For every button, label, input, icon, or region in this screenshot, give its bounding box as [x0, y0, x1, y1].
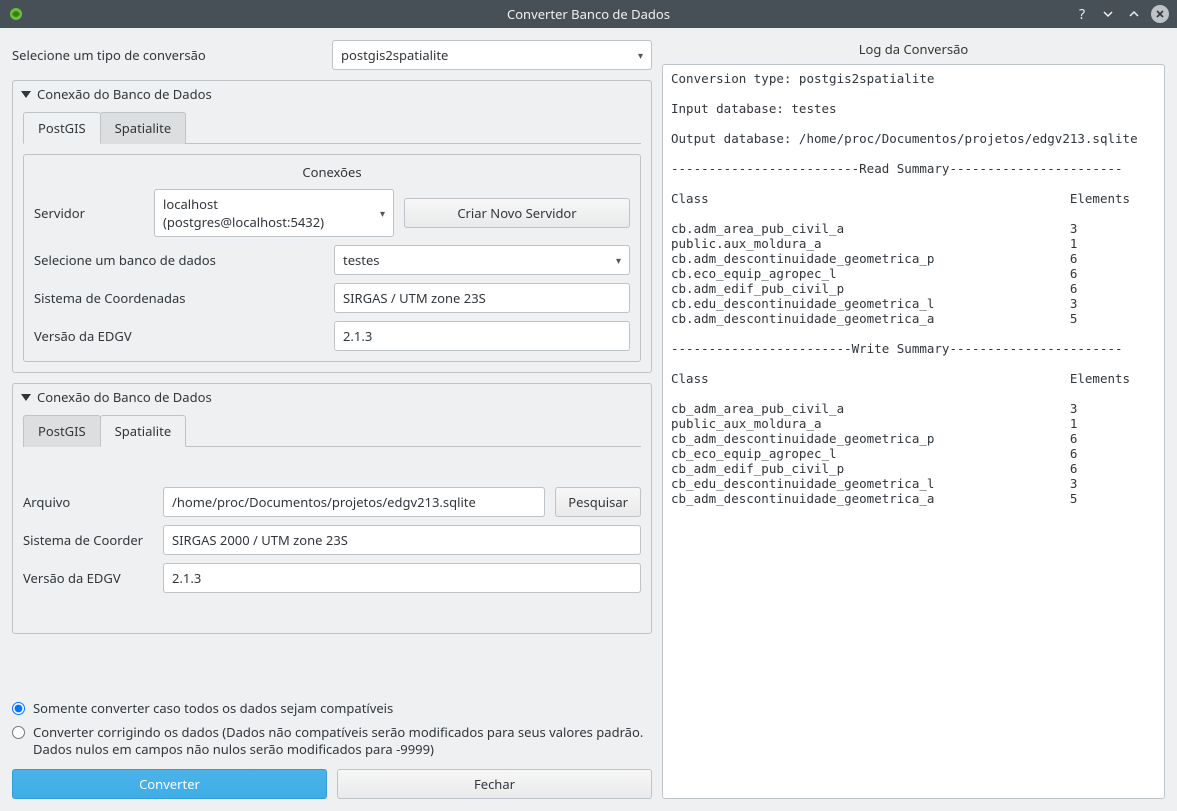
radio-fix-data[interactable] — [12, 726, 25, 739]
conversion-type-label: Selecione um tipo de conversão — [12, 46, 332, 64]
minimize-icon[interactable] — [1099, 5, 1117, 23]
connections-title: Conexões — [34, 163, 630, 181]
db-value: testes — [343, 251, 380, 269]
radio-compatible-label: Somente converter caso todos os dados se… — [33, 700, 393, 718]
server-value: localhost (postgres@localhost:5432) — [163, 195, 380, 231]
help-icon[interactable]: ? — [1073, 5, 1091, 23]
window-title: Converter Banco de Dados — [507, 5, 670, 23]
tab-spatialite-2[interactable]: Spatialite — [100, 415, 187, 447]
file-field[interactable] — [163, 487, 545, 517]
edgv-field[interactable] — [334, 321, 630, 351]
source-db-group: Conexão do Banco de Dados PostGIS Spatia… — [12, 80, 652, 373]
close-button[interactable]: Fechar — [337, 769, 652, 799]
target-db-title: Conexão do Banco de Dados — [37, 388, 212, 406]
target-db-group: Conexão do Banco de Dados PostGIS Spatia… — [12, 383, 652, 634]
new-server-button[interactable]: Criar Novo Servidor — [404, 198, 630, 228]
server-select[interactable]: localhost (postgres@localhost:5432) ▾ — [154, 189, 394, 237]
chevron-down-icon: ▾ — [380, 206, 385, 220]
db-select[interactable]: testes ▾ — [334, 245, 630, 275]
collapse-icon[interactable] — [21, 394, 31, 401]
crs2-field[interactable] — [163, 525, 641, 555]
tab-postgis-2[interactable]: PostGIS — [23, 415, 101, 447]
db-select-label: Selecione um banco de dados — [34, 251, 324, 269]
maximize-icon[interactable] — [1125, 5, 1143, 23]
log-output[interactable]: Conversion type: postgis2spatialite Inpu… — [662, 64, 1165, 799]
log-title: Log da Conversão — [662, 40, 1165, 58]
chevron-down-icon: ▾ — [638, 48, 643, 62]
radio-fix-label: Converter corrigindo os dados (Dados não… — [33, 724, 652, 759]
source-db-title: Conexão do Banco de Dados — [37, 85, 212, 103]
connections-frame: Conexões Servidor localhost (postgres@lo… — [23, 154, 641, 362]
tab-spatialite[interactable]: Spatialite — [100, 112, 187, 144]
conversion-type-select[interactable]: postgis2spatialite ▾ — [332, 40, 652, 70]
file-label: Arquivo — [23, 493, 153, 511]
conversion-type-value: postgis2spatialite — [341, 46, 448, 64]
crs-label: Sistema de Coordenadas — [34, 289, 324, 307]
crs2-label: Sistema de Coorder — [23, 531, 153, 549]
crs-field[interactable] — [334, 283, 630, 313]
radio-compatible-only[interactable] — [12, 702, 25, 715]
chevron-down-icon: ▾ — [616, 253, 621, 267]
app-icon — [8, 6, 24, 22]
titlebar: Converter Banco de Dados ? — [0, 0, 1177, 28]
browse-button[interactable]: Pesquisar — [555, 487, 641, 517]
close-icon[interactable] — [1151, 5, 1169, 23]
tab-postgis[interactable]: PostGIS — [23, 112, 101, 144]
server-label: Servidor — [34, 204, 144, 222]
convert-button[interactable]: Converter — [12, 769, 327, 799]
edgv2-field[interactable] — [163, 563, 641, 593]
edgv2-label: Versão da EDGV — [23, 569, 153, 587]
edgv-label: Versão da EDGV — [34, 327, 324, 345]
collapse-icon[interactable] — [21, 91, 31, 98]
